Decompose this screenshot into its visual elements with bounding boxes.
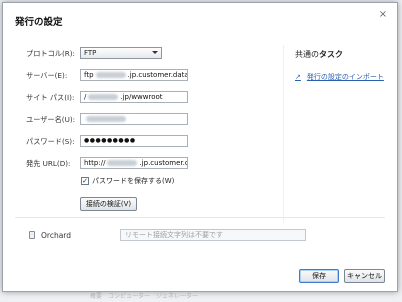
sidebar-divider	[283, 45, 284, 223]
protocol-select-value: FTP	[84, 49, 97, 57]
site-path-value-suffix: .jp/wwwroot	[120, 93, 163, 101]
background-bottom-text: 概要 コンピューター ジェネレーター	[90, 293, 199, 300]
server-label: サーバー(E):	[26, 71, 68, 80]
save-password-label: パスワードを保存する(W)	[92, 177, 175, 185]
dest-url-input[interactable]: http:// .jp.customer.da	[80, 157, 188, 169]
remote-connection-input[interactable]: リモート接続文字列は不要です	[120, 229, 306, 241]
common-tasks-title-prefix: 共通の	[295, 50, 319, 59]
redacted-text	[107, 160, 138, 166]
verify-connection-button[interactable]: 接続の検証(V)	[80, 197, 137, 211]
protocol-select[interactable]: FTP	[80, 47, 162, 59]
import-settings-link-text: 発行の設定のインポート	[306, 73, 384, 81]
publish-settings-dialog: 発行の設定 × プロトコル(R): FTP サーバー(E): ftp .jp.cu…	[2, 2, 398, 292]
save-password-checkbox[interactable]: ✓	[81, 177, 89, 185]
redacted-text	[88, 94, 119, 100]
site-path-value-prefix: /	[84, 93, 87, 101]
import-settings-link[interactable]: ↗ 発行の設定のインポート	[295, 72, 384, 82]
database-icon	[29, 231, 35, 239]
server-value-prefix: ftp	[84, 71, 94, 79]
cancel-button[interactable]: キャンセル	[344, 269, 385, 283]
password-label: パスワード(S):	[26, 137, 75, 146]
section-divider	[15, 217, 385, 218]
orchard-label: Orchard	[41, 231, 72, 240]
server-value-suffix: .jp.customer.datav	[127, 71, 188, 79]
chevron-down-icon	[152, 51, 158, 54]
site-path-label: サイト パス(I):	[26, 93, 75, 102]
common-tasks-title: 共通のタスク	[295, 49, 343, 60]
username-label: ユーザー名(U):	[26, 115, 76, 124]
password-input[interactable]: ●●●●●●●●●	[80, 135, 188, 147]
import-icon: ↗	[295, 73, 301, 81]
save-button[interactable]: 保存	[299, 269, 339, 283]
dest-url-value-suffix: .jp.customer.da	[139, 159, 187, 167]
server-input[interactable]: ftp .jp.customer.datav	[80, 69, 188, 81]
username-input[interactable]	[80, 113, 188, 125]
dest-url-label: 発先 URL(D):	[26, 159, 71, 168]
redacted-text	[86, 116, 126, 122]
dest-url-value-prefix: http://	[84, 159, 106, 167]
common-tasks-title-bold: タスク	[319, 50, 343, 59]
redacted-text	[95, 72, 126, 78]
protocol-label: プロトコル(R):	[26, 49, 75, 58]
dialog-title: 発行の設定	[15, 17, 63, 28]
site-path-input[interactable]: / .jp/wwwroot	[80, 91, 188, 103]
close-icon[interactable]: ×	[377, 9, 389, 21]
